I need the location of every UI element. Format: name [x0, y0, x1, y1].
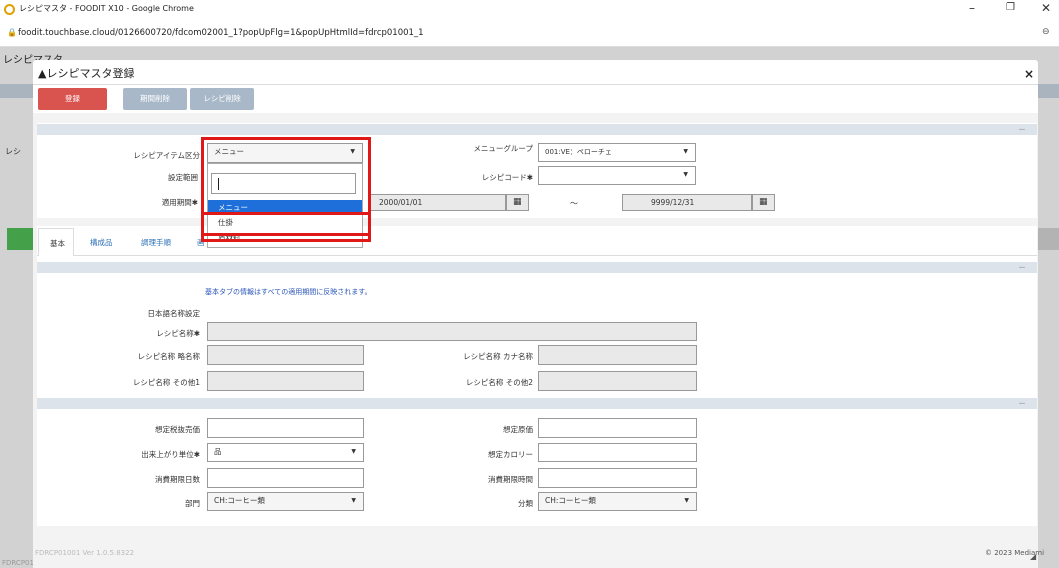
chevron-down-icon: ▼	[684, 497, 689, 504]
recipe-code-select[interactable]: ▼	[538, 166, 696, 185]
background-side-label: レシ	[5, 147, 21, 156]
category-select[interactable]: CH:コーヒー類 ▼	[538, 492, 697, 511]
period-end-input[interactable]: 9999/12/31	[622, 194, 752, 211]
window-title: レシピマスタ - FOODIT X10 - Google Chrome	[19, 4, 194, 13]
tab-cooking-steps[interactable]: 調理手順	[141, 237, 171, 248]
unit-select[interactable]: 品 ▼	[207, 443, 364, 462]
basic-section-bar	[37, 262, 1037, 273]
header-section-collapse-icon[interactable]: －	[1018, 124, 1026, 135]
chevron-down-icon: ▼	[683, 171, 688, 178]
unit-value: 品	[214, 447, 222, 456]
tab-basic[interactable]: 基本	[38, 228, 74, 256]
modal-footer-left: FDRCP01001 Ver 1.0.5.8322	[35, 549, 135, 557]
url-text[interactable]: foodit.touchbase.cloud/0126600720/fdcom0…	[18, 28, 424, 38]
department-select[interactable]: CH:コーヒー類 ▼	[207, 492, 364, 511]
kana-name-label: レシピ名称 カナ名称	[463, 352, 533, 361]
jp-name-setting-label: 日本語名称設定	[147, 309, 201, 318]
unit-label: 出来上がり単位✱	[141, 450, 200, 459]
address-bar[interactable]: 🔒 foodit.touchbase.cloud/0126600720/fdco…	[0, 20, 1059, 47]
short-name-input[interactable]	[207, 345, 364, 365]
detail-section-bar	[37, 398, 1037, 409]
close-window-icon[interactable]: ✕	[1041, 1, 1051, 15]
expiry-time-input[interactable]	[538, 468, 697, 488]
delete-period-button[interactable]: 期間削除	[123, 88, 187, 110]
category-value: CH:コーヒー類	[545, 496, 596, 505]
other-name1-input[interactable]	[207, 371, 364, 391]
browser-title-bar: レシピマスタ - FOODIT X10 - Google Chrome – ❐ …	[0, 0, 1059, 20]
menu-group-label: メニューグループ	[473, 144, 533, 153]
minimize-icon[interactable]: –	[969, 1, 975, 15]
expiry-days-input[interactable]	[207, 468, 364, 488]
modal-title: ▲レシピマスタ登録	[38, 67, 135, 80]
zoom-icon[interactable]: ⊖	[1042, 27, 1050, 37]
modal-title-divider	[33, 84, 1038, 85]
menu-group-value: 001:VE：ペローチェ	[545, 148, 612, 156]
department-value: CH:コーヒー類	[214, 496, 265, 505]
tax-excl-price-label: 想定税抜売価	[155, 425, 200, 434]
recipe-name-input[interactable]	[207, 322, 697, 341]
period-label: 適用期間✱	[161, 198, 198, 207]
department-label: 部門	[185, 499, 200, 508]
chevron-down-icon: ▼	[351, 448, 356, 455]
kana-name-input[interactable]	[538, 345, 697, 365]
item-type-label: レシピアイテム区分	[133, 151, 200, 160]
lock-icon: 🔒	[7, 28, 17, 37]
short-name-label: レシピ名称 略名称	[137, 352, 200, 361]
calendar-icon: ▦	[759, 197, 768, 207]
period-end-value: 9999/12/31	[651, 198, 695, 207]
recipe-name-label: レシピ名称✱	[156, 329, 200, 338]
period-separator: ～	[570, 199, 578, 208]
calorie-label: 想定カロリー	[488, 450, 533, 459]
other-name2-input[interactable]	[538, 371, 697, 391]
recipe-code-label: レシピコード✱	[481, 173, 533, 182]
cost-label: 想定原価	[503, 425, 533, 434]
range-label: 設定範囲	[168, 173, 198, 182]
restore-icon[interactable]: ❐	[1006, 2, 1015, 13]
category-label: 分類	[518, 499, 533, 508]
expiry-days-label: 消費期限日数	[155, 475, 200, 484]
chevron-down-icon: ▼	[683, 148, 688, 155]
period-start-value: 2000/01/01	[379, 198, 423, 207]
cost-input[interactable]	[538, 418, 697, 438]
delete-recipe-button[interactable]: レシピ削除	[190, 88, 254, 110]
calendar-icon: ▦	[513, 197, 522, 207]
calorie-input[interactable]	[538, 443, 697, 462]
chevron-down-icon: ▼	[351, 497, 356, 504]
background-gray-bar	[1038, 228, 1059, 250]
tab-basic-label: 基本	[50, 239, 65, 248]
register-button[interactable]: 登録	[38, 88, 107, 110]
highlight-box-option	[201, 212, 371, 242]
basic-section-collapse-icon[interactable]: －	[1018, 262, 1026, 273]
background-header-strip	[0, 84, 33, 98]
expiry-time-label: 消費期限時間	[488, 475, 533, 484]
tab-bar	[37, 226, 1037, 256]
period-start-calendar-button[interactable]: ▦	[506, 194, 529, 211]
basic-tab-notice: 基本タブの情報はすべての適用期間に反映されます。	[205, 288, 372, 296]
other-name2-label: レシピ名称 その他2	[465, 378, 533, 387]
tax-excl-price-input[interactable]	[207, 418, 364, 438]
background-header-strip-right	[1038, 84, 1059, 98]
resize-handle-icon[interactable]: ◢	[1030, 552, 1036, 561]
chrome-icon	[4, 4, 15, 15]
period-start-input[interactable]: 2000/01/01	[370, 194, 506, 211]
period-end-calendar-button[interactable]: ▦	[752, 194, 775, 211]
menu-group-select[interactable]: 001:VE：ペローチェ ▼	[538, 143, 696, 162]
tab-components[interactable]: 構成品	[90, 237, 113, 248]
background-green-button	[7, 228, 33, 250]
detail-section-collapse-icon[interactable]: －	[1018, 398, 1026, 409]
basic-tab-panel	[37, 256, 1037, 526]
other-name1-label: レシピ名称 その他1	[132, 378, 200, 387]
header-section-bar	[37, 124, 1037, 135]
modal-close-icon[interactable]: ×	[1024, 67, 1034, 81]
